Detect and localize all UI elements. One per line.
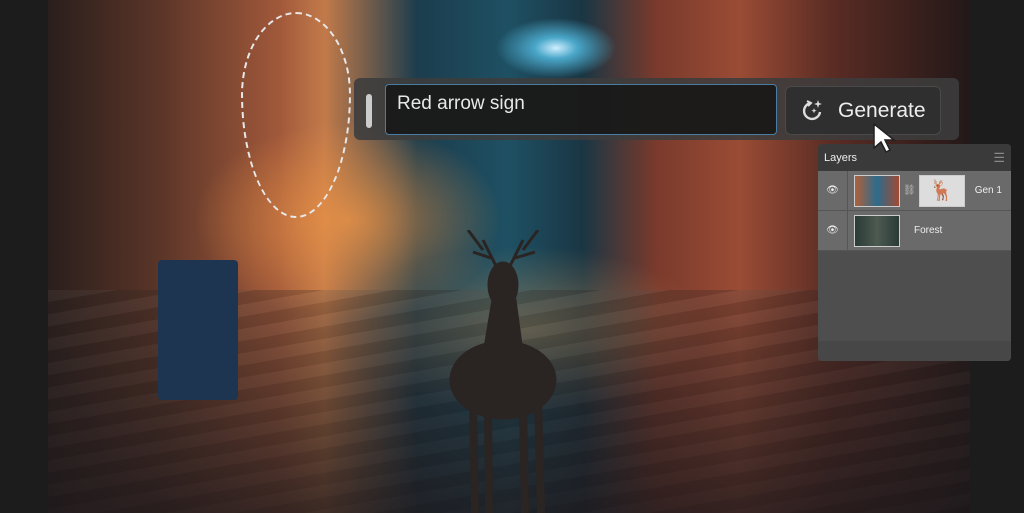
prompt-input[interactable]: Red arrow sign [385,84,777,135]
generative-sparkle-icon [802,99,822,120]
layer-row-gen1[interactable]: 👁 ⛓ 🦌 Gen 1 [818,171,1011,211]
layers-title: Layers [824,151,858,164]
layer-thumbnail [854,174,900,207]
drag-handle[interactable] [366,94,372,128]
layer-name: Forest [914,225,943,236]
lasso-selection[interactable] [241,12,351,218]
generate-button[interactable]: Generate [785,86,941,135]
mouse-cursor-icon [873,122,897,154]
layer-row-forest[interactable]: 👁 Forest [818,211,1011,251]
trash-bin [158,260,238,400]
eye-icon[interactable]: 👁 [818,211,848,250]
generate-label: Generate [838,98,926,122]
layer-name: Gen 1 [974,185,1002,196]
link-icon[interactable]: ⛓ [903,185,916,196]
deer-image [449,230,557,513]
layer-mask-thumbnail: 🦌 [918,174,965,207]
eye-icon[interactable]: 👁 [818,171,848,210]
layers-panel: Layers ☰ 👁 ⛓ 🦌 Gen 1 👁 Forest [818,144,1011,361]
panel-menu-icon[interactable]: ☰ [993,150,1005,166]
layer-thumbnail [854,214,900,247]
contextual-task-bar: Red arrow sign Generate [354,78,959,140]
layers-footer [818,341,1011,361]
